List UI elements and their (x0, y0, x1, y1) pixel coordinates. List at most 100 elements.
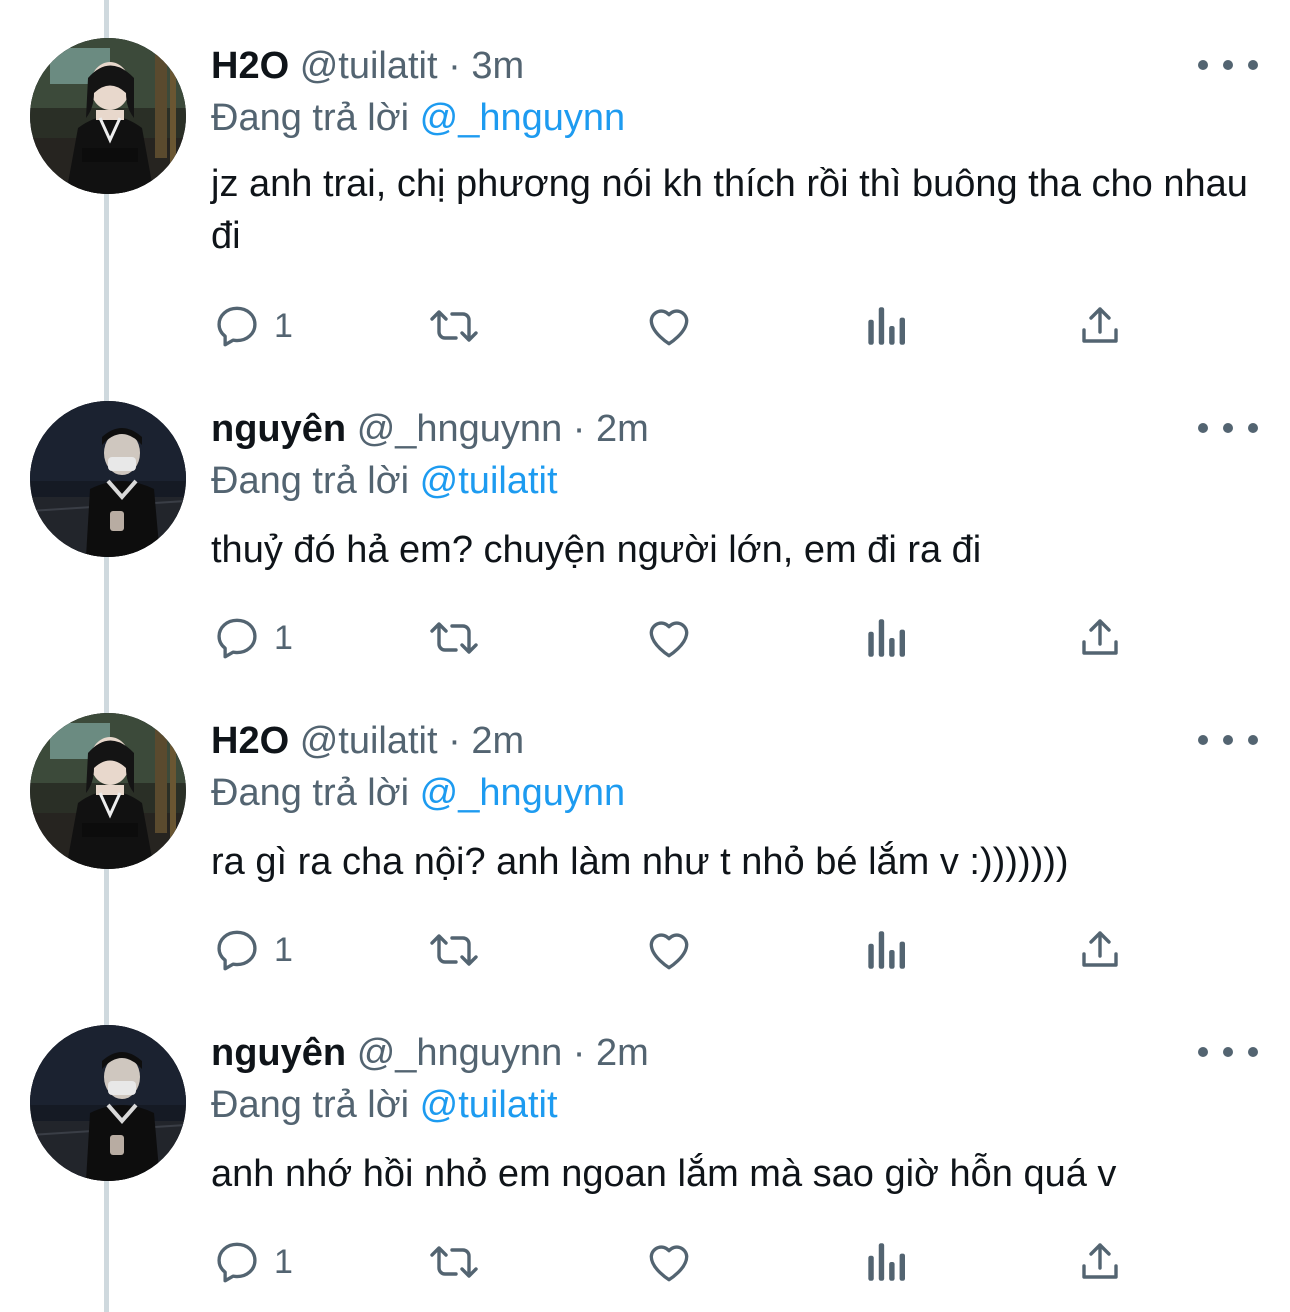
analytics-button[interactable] (862, 296, 908, 356)
share-button[interactable] (1076, 920, 1124, 980)
analytics-button[interactable] (862, 608, 908, 668)
like-button[interactable] (643, 296, 695, 356)
tweet-timestamp[interactable]: 2m (596, 408, 649, 450)
like-button[interactable] (643, 1232, 695, 1292)
more-options-button[interactable] (1198, 413, 1258, 443)
more-options-button[interactable] (1198, 1037, 1258, 1067)
tweet-actions: 1 (0, 920, 1290, 980)
display-name[interactable]: nguyên (211, 408, 346, 450)
heart-icon (649, 621, 689, 658)
user-handle[interactable]: @_hnguynn (357, 1032, 563, 1074)
more-dot-icon (1248, 735, 1258, 745)
meta-separator: · (572, 408, 586, 450)
tweet-actions: 1 (0, 1232, 1290, 1292)
tweet-timestamp[interactable]: 2m (596, 1032, 649, 1074)
reply-count: 1 (274, 306, 293, 345)
tweet-actions: 1 (0, 608, 1290, 668)
retweet-icon (430, 934, 478, 966)
reply-icon (217, 1242, 257, 1283)
reply-icon (217, 930, 257, 971)
more-options-button[interactable] (1198, 725, 1258, 755)
share-button[interactable] (1076, 296, 1124, 356)
reply-count: 1 (274, 930, 293, 969)
avatar-boy-photo-icon (30, 401, 186, 557)
replying-to-label: Đang trả lời (211, 460, 410, 502)
share-icon (1082, 619, 1118, 655)
replying-to-mention[interactable]: @_hnguynn (420, 97, 626, 139)
reply-button[interactable]: 1 (212, 1232, 293, 1292)
replying-to-line: Đang trả lời @_hnguynn (211, 767, 625, 819)
reply-button[interactable]: 1 (212, 920, 293, 980)
meta-separator: · (572, 1032, 586, 1074)
tweet-header: H2O @tuilatit · 3m (211, 40, 524, 92)
tweet-item[interactable]: nguyên @_hnguynn · 2m Đang trả lời @tuil… (0, 363, 1290, 675)
user-handle[interactable]: @tuilatit (300, 720, 438, 762)
replying-to-line: Đang trả lời @tuilatit (211, 455, 558, 507)
more-dot-icon (1248, 423, 1258, 433)
more-dot-icon (1198, 1047, 1208, 1057)
tweet-timestamp[interactable]: 3m (471, 45, 524, 87)
reply-icon (217, 306, 257, 347)
analytics-icon (868, 1243, 905, 1281)
more-dot-icon (1248, 1047, 1258, 1057)
tweet-actions: 1 (0, 296, 1290, 356)
tweet-item[interactable]: nguyên @_hnguynn · 2m Đang trả lời @tuil… (0, 987, 1290, 1299)
reply-button[interactable]: 1 (212, 608, 293, 668)
replying-to-mention[interactable]: @tuilatit (420, 460, 558, 502)
retweet-icon (430, 1246, 478, 1278)
more-dot-icon (1223, 423, 1233, 433)
display-name[interactable]: nguyên (211, 1032, 346, 1074)
heart-icon (649, 1245, 689, 1282)
avatar-boy-photo-icon (30, 1025, 186, 1181)
retweet-icon (430, 310, 478, 342)
display-name[interactable]: H2O (211, 720, 289, 762)
more-dot-icon (1223, 1047, 1233, 1057)
reply-button[interactable]: 1 (212, 296, 293, 356)
avatar[interactable] (30, 38, 186, 194)
retweet-button[interactable] (426, 608, 482, 668)
avatar[interactable] (30, 1025, 186, 1181)
replying-to-mention[interactable]: @_hnguynn (420, 772, 626, 814)
meta-separator: · (448, 45, 461, 87)
user-handle[interactable]: @_hnguynn (357, 408, 563, 450)
tweet-text: jz anh trai, chị phương nói kh thích rồi… (211, 163, 1248, 257)
analytics-button[interactable] (862, 920, 908, 980)
replying-to-mention[interactable]: @tuilatit (420, 1084, 558, 1126)
more-dot-icon (1223, 735, 1233, 745)
avatar-girl-photo-icon (30, 713, 186, 869)
tweet-header: nguyên @_hnguynn · 2m (211, 1027, 649, 1079)
like-button[interactable] (643, 608, 695, 668)
reply-icon (217, 618, 257, 659)
retweet-button[interactable] (426, 296, 482, 356)
analytics-button[interactable] (862, 1232, 908, 1292)
tweet-timestamp[interactable]: 2m (471, 720, 524, 762)
tweet-item[interactable]: H2O @tuilatit · 3m Đang trả lời @_hnguyn… (0, 0, 1290, 347)
like-button[interactable] (643, 920, 695, 980)
meta-separator: · (448, 720, 461, 762)
more-dot-icon (1198, 423, 1208, 433)
share-button[interactable] (1076, 1232, 1124, 1292)
more-dot-icon (1248, 60, 1258, 70)
avatar[interactable] (30, 401, 186, 557)
display-name[interactable]: H2O (211, 45, 289, 87)
avatar[interactable] (30, 713, 186, 869)
reply-count: 1 (274, 1242, 293, 1281)
reply-count: 1 (274, 618, 293, 657)
more-options-button[interactable] (1198, 50, 1258, 80)
tweet-item[interactable]: H2O @tuilatit · 2m Đang trả lời @_hnguyn… (0, 675, 1290, 987)
analytics-icon (868, 307, 905, 345)
replying-to-label: Đang trả lời (211, 1084, 410, 1126)
heart-icon (649, 309, 689, 346)
share-icon (1082, 1243, 1118, 1279)
replying-to-line: Đang trả lời @tuilatit (211, 1079, 558, 1131)
retweet-button[interactable] (426, 1232, 482, 1292)
tweet-header: H2O @tuilatit · 2m (211, 715, 524, 767)
user-handle[interactable]: @tuilatit (300, 45, 438, 87)
replying-to-label: Đang trả lời (211, 772, 410, 814)
tweet-header: nguyên @_hnguynn · 2m (211, 403, 649, 455)
replying-to-label: Đang trả lời (211, 97, 410, 139)
retweet-button[interactable] (426, 920, 482, 980)
tweet-text: ra gì ra cha nội? anh làm như t nhỏ bé l… (211, 841, 1069, 883)
share-button[interactable] (1076, 608, 1124, 668)
more-dot-icon (1198, 735, 1208, 745)
